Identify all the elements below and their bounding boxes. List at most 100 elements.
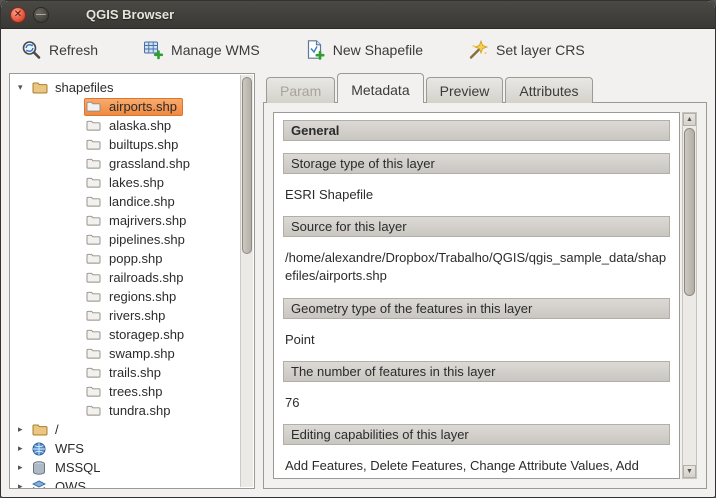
tree-root-wfs[interactable]: ▸ WFS [10, 439, 240, 458]
tab-bar: Param Metadata Preview Attributes [263, 73, 707, 103]
metadata-value: Add Features, Delete Features, Change At… [285, 457, 668, 479]
folder-icon [32, 422, 49, 437]
metadata-scrollbar[interactable]: ▲ ▼ [682, 112, 697, 479]
scroll-down-arrow-icon[interactable]: ▼ [683, 465, 696, 478]
tree-roots: ▸/▸WFS▸MSSQL▸OWS [10, 420, 240, 489]
titlebar: ✕ — QGIS Browser [1, 1, 715, 29]
expand-arrow-icon[interactable]: ▸ [18, 462, 32, 473]
tree-item-trails[interactable]: trails.shp [10, 363, 240, 382]
manage-wms-button[interactable]: Manage WMS [135, 34, 267, 66]
tree-item-label: trails.shp [107, 365, 163, 380]
tab-metadata[interactable]: Metadata [337, 73, 423, 103]
tree-item-regions[interactable]: regions.shp [10, 287, 240, 306]
tree-root-mssql[interactable]: ▸ MSSQL [10, 458, 240, 477]
metadata-section-header: The number of features in this layer [283, 361, 670, 382]
wms-layers-icon [142, 39, 164, 61]
tree-root-label: shapefiles [53, 80, 116, 95]
tree-item-pipelines[interactable]: pipelines.shp [10, 230, 240, 249]
metadata-value: /home/alexandre/Dropbox/Trabalho/QGIS/qg… [285, 249, 668, 285]
tree-item-storagep[interactable]: storagep.shp [10, 325, 240, 344]
tree-root-label: OWS [53, 479, 88, 489]
scroll-up-arrow-icon[interactable]: ▲ [683, 113, 696, 126]
layer-file-icon [86, 213, 103, 228]
metadata-tab-page: GeneralStorage type of this layerESRI Sh… [263, 102, 707, 489]
tree-item-majrivers[interactable]: majrivers.shp [10, 211, 240, 230]
tree-item-label: swamp.shp [107, 346, 177, 361]
tab-param[interactable]: Param [266, 77, 335, 103]
tree-item-tundra[interactable]: tundra.shp [10, 401, 240, 420]
set-layer-crs-button[interactable]: Set layer CRS [460, 34, 592, 66]
new-shapefile-icon [304, 39, 326, 61]
layer-file-icon [86, 194, 103, 209]
layer-file-icon [86, 118, 103, 133]
toolbar: Refresh Manage WMS [1, 29, 715, 71]
tree-item-label: lakes.shp [107, 175, 166, 190]
metadata-section-header: Storage type of this layer [283, 153, 670, 174]
detail-panel: Param Metadata Preview Attributes Genera… [263, 73, 707, 489]
tree-item-label: majrivers.shp [107, 213, 188, 228]
tree-item-label: grassland.shp [107, 156, 192, 171]
refresh-button[interactable]: Refresh [13, 34, 105, 66]
metadata-value: ESRI Shapefile [285, 186, 668, 204]
tree-root-label: MSSQL [53, 460, 103, 475]
minimize-icon: — [36, 10, 46, 20]
layer-file-icon [86, 270, 103, 285]
tree-item-builtups[interactable]: builtups.shp [10, 135, 240, 154]
tree-item-airports[interactable]: airports.shp [10, 97, 240, 116]
tree-item-rivers[interactable]: rivers.shp [10, 306, 240, 325]
metadata-value: 76 [285, 394, 668, 412]
tree-item-lakes[interactable]: lakes.shp [10, 173, 240, 192]
tree-root-shapefiles[interactable]: ▾ shapefiles [10, 78, 240, 97]
tree-item-trees[interactable]: trees.shp [10, 382, 240, 401]
ows-icon [32, 479, 49, 489]
tree-item-grassland[interactable]: grassland.shp [10, 154, 240, 173]
tree-root-ows[interactable]: ▸ OWS [10, 477, 240, 489]
wfs-icon [32, 441, 49, 456]
layer-file-icon [86, 156, 103, 171]
tree-item-label: landice.shp [107, 194, 177, 209]
close-icon: ✕ [14, 10, 22, 20]
set-layer-crs-label: Set layer CRS [496, 42, 585, 58]
metadata-content: GeneralStorage type of this layerESRI Sh… [273, 112, 680, 479]
metadata-section-header: Geometry type of the features in this la… [283, 298, 670, 319]
layer-file-icon [86, 403, 103, 418]
layer-file-icon [86, 251, 103, 266]
layer-file-icon [86, 175, 103, 190]
tree-item-label: storagep.shp [107, 327, 186, 342]
minimize-button[interactable]: — [33, 7, 49, 23]
tree-item-label: pipelines.shp [107, 232, 187, 247]
expand-arrow-icon[interactable]: ▸ [18, 481, 32, 489]
expand-arrow-icon[interactable]: ▸ [18, 424, 32, 435]
layer-file-icon [86, 346, 103, 361]
tree-item-popp[interactable]: popp.shp [10, 249, 240, 268]
tree-item-landice[interactable]: landice.shp [10, 192, 240, 211]
close-button[interactable]: ✕ [10, 7, 26, 23]
layer-file-icon [86, 289, 103, 304]
crs-wand-icon [467, 39, 489, 61]
metadata-value: Point [285, 331, 668, 349]
tree-scrollbar-thumb[interactable] [242, 77, 252, 254]
layer-file-icon [86, 384, 103, 399]
layer-file-icon [86, 365, 103, 380]
tree-item-label: alaska.shp [107, 118, 173, 133]
new-shapefile-button[interactable]: New Shapefile [297, 34, 430, 66]
qgis-browser-window: ✕ — QGIS Browser Refresh [0, 0, 716, 498]
tree-item-label: regions.shp [107, 289, 178, 304]
new-shapefile-label: New Shapefile [333, 42, 423, 58]
expand-arrow-icon[interactable]: ▸ [18, 443, 32, 454]
tree-item-railroads[interactable]: railroads.shp [10, 268, 240, 287]
tree-item-label: popp.shp [107, 251, 165, 266]
layer-file-icon [86, 137, 103, 152]
metadata-section-header: Editing capabilities of this layer [283, 424, 670, 445]
collapse-arrow-icon[interactable]: ▾ [18, 82, 32, 93]
tree-item-swamp[interactable]: swamp.shp [10, 344, 240, 363]
tree-root-label: WFS [53, 441, 86, 456]
metadata-scrollbar-thumb[interactable] [684, 128, 695, 296]
tree-item-label: airports.shp [107, 99, 179, 114]
tree-item-alaska[interactable]: alaska.shp [10, 116, 240, 135]
tab-preview[interactable]: Preview [426, 77, 504, 103]
tab-attributes[interactable]: Attributes [505, 77, 592, 103]
tree-root-filesystem[interactable]: ▸/ [10, 420, 240, 439]
layer-file-icon [86, 232, 103, 247]
tree-scrollbar[interactable] [240, 75, 253, 487]
